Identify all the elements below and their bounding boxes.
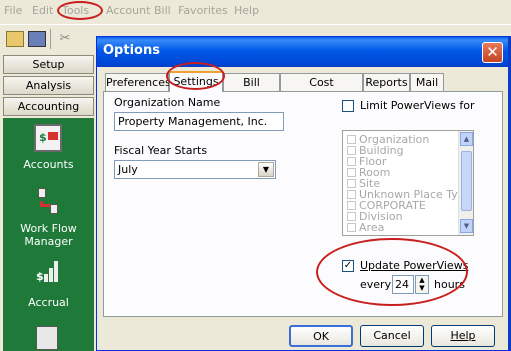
fiscal-year-select[interactable]: July ▼ xyxy=(114,160,276,179)
org-name-label: Organization Name xyxy=(114,96,221,109)
menu-account[interactable]: Account xyxy=(106,4,150,17)
bar-graphic xyxy=(44,274,48,282)
report-icon[interactable] xyxy=(36,326,58,350)
nav-item-accounts[interactable]: Accounts xyxy=(3,158,94,171)
limit-powerviews-label: Limit PowerViews for xyxy=(360,99,475,112)
menu-help[interactable]: Help xyxy=(234,4,259,17)
settings-panel: Organization Name Property Management, I… xyxy=(103,91,503,317)
menu-bill[interactable]: Bill xyxy=(154,4,171,17)
tab-mail[interactable]: Mail xyxy=(410,73,444,91)
menu-edit[interactable]: Edit xyxy=(32,4,53,17)
every-label: every xyxy=(360,278,392,291)
help-button[interactable]: Help xyxy=(431,325,495,347)
fiscal-year-value: July xyxy=(118,163,138,176)
update-powerviews-checkbox[interactable]: ✓ xyxy=(342,260,354,272)
open-folder-icon[interactable] xyxy=(6,31,24,47)
options-dialog: Options ✕ Preferences Settings Bill Imag… xyxy=(96,36,511,351)
card-graphic xyxy=(48,132,58,140)
cancel-button[interactable]: Cancel xyxy=(360,325,424,347)
chevron-down-icon[interactable]: ▼ xyxy=(258,162,274,177)
interval-stepper[interactable]: ▲ ▼ xyxy=(415,275,429,294)
fiscal-year-label: Fiscal Year Starts xyxy=(114,144,208,157)
org-name-field[interactable]: Property Management, Inc. xyxy=(114,112,284,131)
dollar-sign: $ xyxy=(39,131,47,144)
list-scrollbar[interactable]: ▲ ▼ xyxy=(458,131,473,235)
tab-settings[interactable]: Settings xyxy=(169,71,223,92)
dialog-title-bar[interactable]: Options xyxy=(97,37,508,67)
cut-icon[interactable]: ✂ xyxy=(56,31,74,47)
accrual-icon[interactable]: $ xyxy=(34,258,62,286)
update-powerviews-label: Update PowerViews xyxy=(360,259,469,272)
doc-graphic xyxy=(50,204,58,214)
menu-favorites[interactable]: Favorites xyxy=(178,4,228,17)
nav-setup-button[interactable]: Setup xyxy=(3,55,94,74)
nav-item-accrual[interactable]: Accrual xyxy=(3,296,94,309)
hours-label: hours xyxy=(434,278,465,291)
bar-graphic xyxy=(49,268,53,282)
nav-accounting-button[interactable]: Accounting xyxy=(3,97,94,116)
bar-graphic xyxy=(54,261,58,282)
limit-powerviews-checkbox[interactable] xyxy=(342,100,354,112)
tab-bill-images[interactable]: Bill Images xyxy=(223,73,280,106)
accounts-icon[interactable]: $ xyxy=(34,124,62,152)
left-navigation: Setup Analysis Accounting $ Accounts Wor… xyxy=(0,54,96,351)
nav-item-work-flow-manager[interactable]: Work Flow Manager xyxy=(3,222,94,248)
doc-graphic xyxy=(38,188,46,198)
menu-bar: File Edit Tools Account Bill Favorites H… xyxy=(0,0,511,22)
update-interval-field[interactable]: 24 xyxy=(392,275,414,294)
toolbar-separator xyxy=(50,29,51,49)
nav-analysis-button[interactable]: Analysis xyxy=(3,76,94,95)
menu-tools[interactable]: Tools xyxy=(62,4,89,17)
scroll-thumb[interactable] xyxy=(461,151,472,211)
tab-cost-avoidance[interactable]: Cost Avoidance xyxy=(280,73,363,106)
dollar-sign: $ xyxy=(36,270,44,283)
scroll-up-icon[interactable]: ▲ xyxy=(460,132,473,146)
powerview-type-list[interactable]: Organization Building Floor Room Site Un… xyxy=(342,130,474,236)
ok-button[interactable]: OK xyxy=(289,325,353,347)
scroll-down-icon[interactable]: ▼ xyxy=(460,219,473,233)
tab-preferences[interactable]: Preferences xyxy=(105,73,171,91)
dialog-title: Options xyxy=(103,43,160,58)
list-item[interactable]: Area xyxy=(347,222,384,234)
workflow-icon[interactable] xyxy=(34,188,62,216)
menu-file[interactable]: File xyxy=(4,4,22,17)
nav-accounting-panel: $ Accounts Work Flow Manager $ Accrual xyxy=(3,118,94,351)
tab-reports[interactable]: Reports xyxy=(363,73,410,91)
close-icon[interactable]: ✕ xyxy=(482,42,503,63)
save-icon[interactable] xyxy=(28,31,46,47)
